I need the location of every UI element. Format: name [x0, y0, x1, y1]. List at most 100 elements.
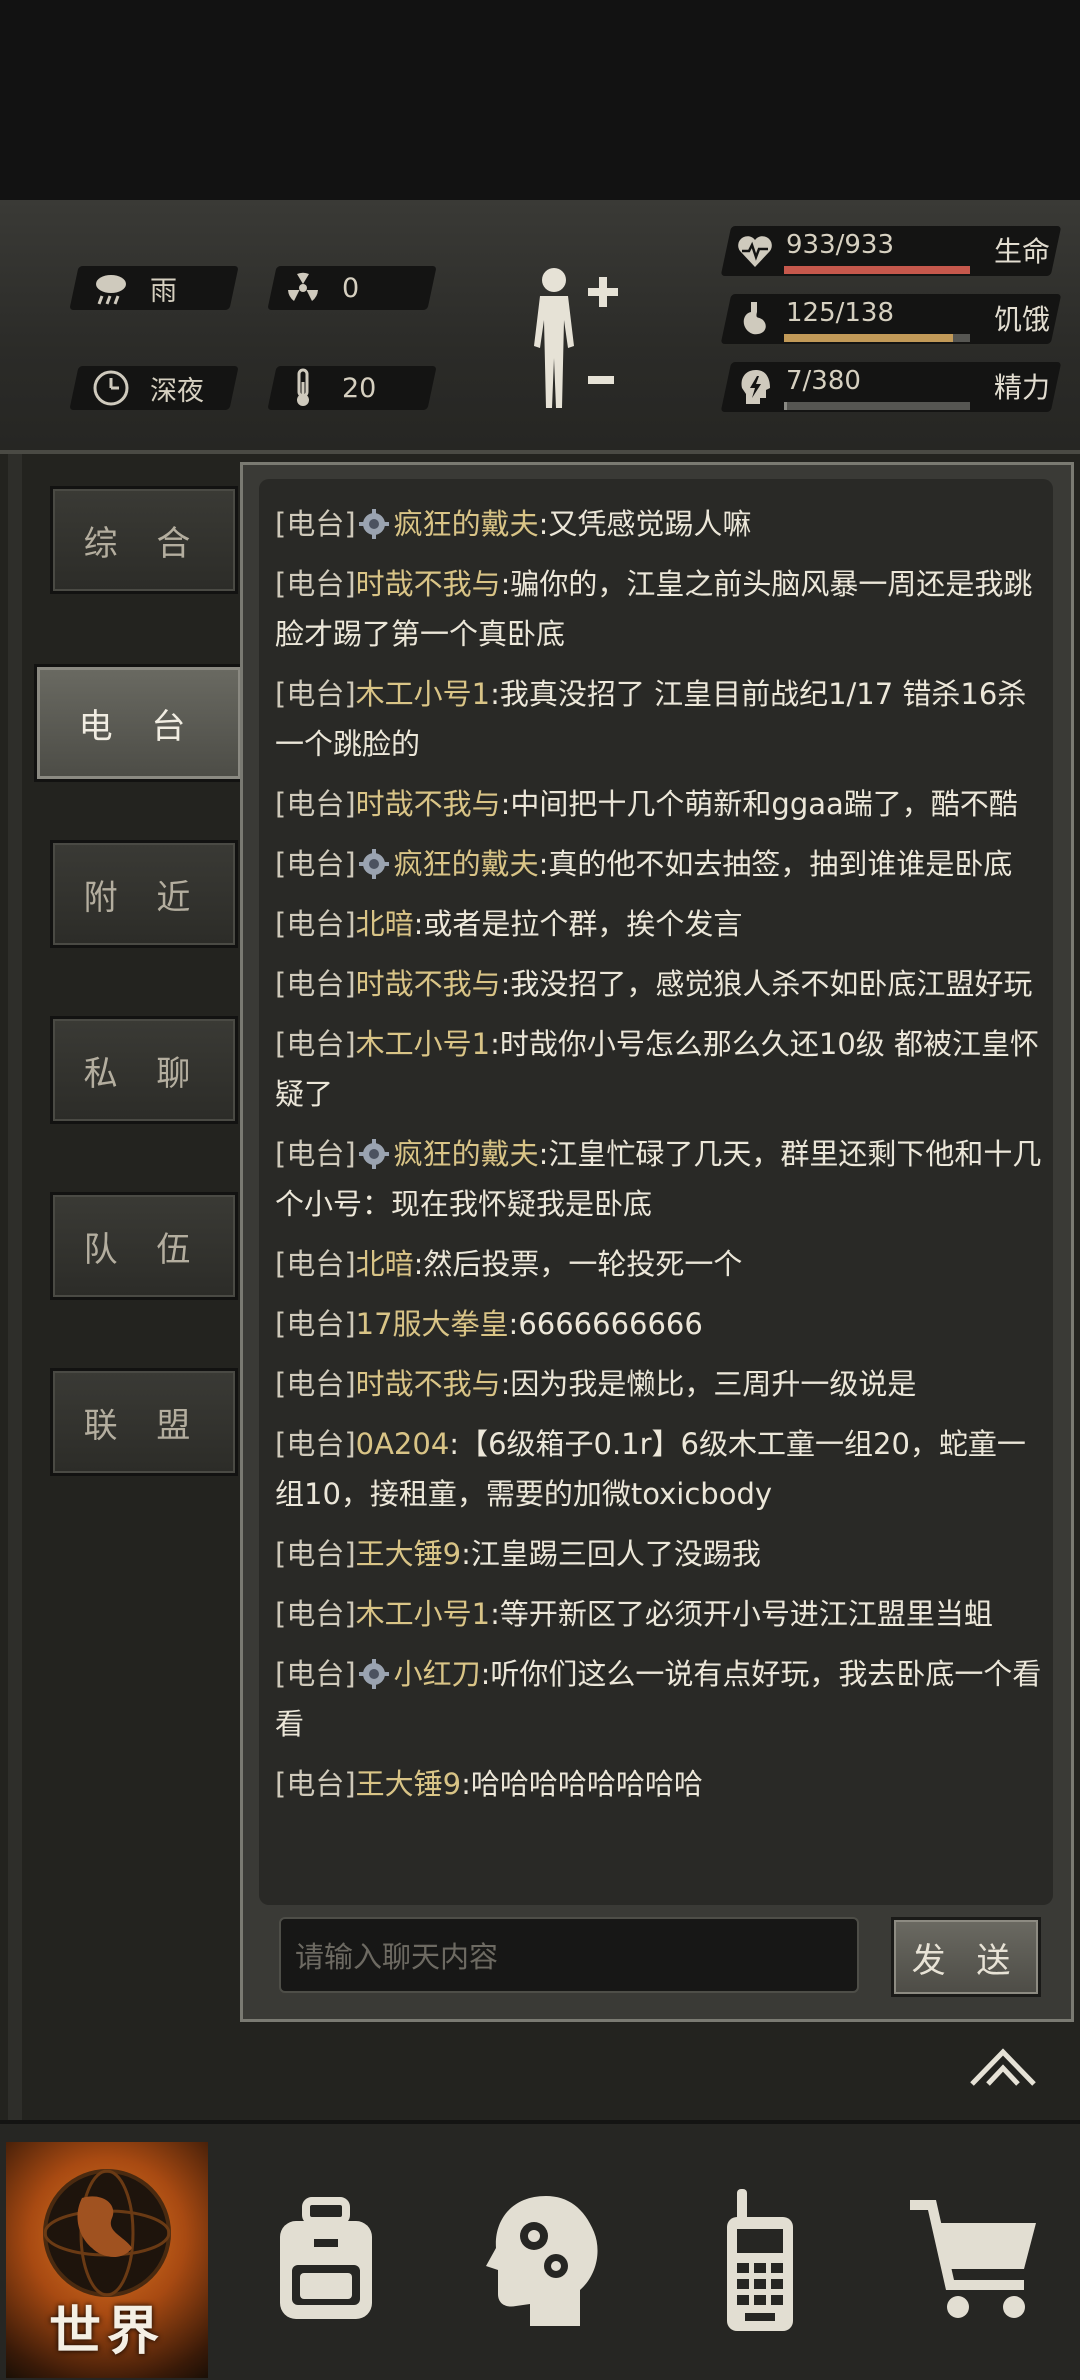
chat-panel: [电台] 疯狂的戴夫:又凭感觉踢人嘛 [电台]时哉不我与:骗你的，江皇之前头脑风暴一… [240, 462, 1074, 2022]
message-sender[interactable]: 时哉不我与 [356, 967, 501, 1001]
energy-bar-fill [784, 402, 788, 410]
chat-message[interactable]: [电台]木工小号1:等开新区了必须开小号进江江盟里当蛆 [275, 1589, 1045, 1639]
chat-message[interactable]: [电台]王大锤9:江皇踢三回人了没踢我 [275, 1529, 1045, 1579]
radiation-status: 0 [282, 266, 359, 310]
energy-label: 精力 [994, 371, 1051, 404]
weather-status: 雨 [90, 266, 177, 310]
chat-message[interactable]: [电台]北暗:然后投票，一轮投死一个 [275, 1239, 1045, 1289]
chat-message[interactable]: [电台]时哉不我与:骗你的，江皇之前头脑风暴一周还是我跳脸才踢了第一个真卧底 [275, 559, 1045, 659]
health-label: 生命 [994, 235, 1051, 268]
message-channel: [电台] [275, 967, 356, 1001]
message-sender[interactable]: 17服大拳皇 [356, 1307, 509, 1341]
message-channel: [电台] [275, 507, 356, 541]
chat-message[interactable]: [电台]时哉不我与:因为我是懒比，三周升一级说是 [275, 1359, 1045, 1409]
message-text: :我没招了，感觉狼人杀不如卧底江盟好玩 [500, 967, 1033, 1001]
chat-message[interactable]: [电台] 疯狂的戴夫:真的他不如去抽签，抽到谁谁是卧底 [275, 839, 1045, 889]
nav-shop[interactable] [876, 2142, 1076, 2378]
message-sender[interactable]: 时哉不我与 [356, 787, 501, 821]
gear-badge-icon [358, 849, 389, 879]
collapse-chevron-icon[interactable] [968, 2044, 1038, 2088]
weather-value: 雨 [150, 275, 177, 307]
energy-bar [784, 402, 970, 410]
chat-message[interactable]: [电台]木工小号1:时哉你小号怎么那么久还10级 都被江皇怀疑了 [275, 1019, 1045, 1119]
message-sender[interactable]: 木工小号1 [356, 1027, 490, 1061]
chat-message[interactable]: [电台]王大锤9:哈哈哈哈哈哈哈哈 [275, 1759, 1045, 1809]
message-text: :等开新区了必须开小号进江江盟里当蛆 [490, 1597, 993, 1631]
message-text: :江皇踢三回人了没踢我 [461, 1537, 761, 1571]
globe-icon [43, 2169, 171, 2297]
chat-message[interactable]: [电台]17服大拳皇:6666666666 [275, 1299, 1045, 1349]
chat-message[interactable]: [电台] 疯狂的戴夫:江皇忙碌了几天，群里还剩下他和十几个小号：现在我怀疑我是卧底 [275, 1129, 1045, 1229]
chat-message[interactable]: [电台] 小红刀:听你们这么一说有点好玩，我去卧底一个看看 [275, 1649, 1045, 1749]
message-channel: [电台] [275, 1427, 356, 1461]
message-channel: [电台] [275, 1027, 356, 1061]
message-sender[interactable]: 疯狂的戴夫 [394, 847, 539, 881]
hunger-value: 125/138 [786, 298, 895, 328]
bottom-nav: 世界 [0, 2120, 1080, 2380]
radiation-value: 0 [342, 272, 360, 304]
shopping-cart-icon [910, 2200, 1036, 2318]
temperature-value: 20 [342, 372, 377, 404]
nav-radio[interactable] [660, 2142, 860, 2378]
tab-radio[interactable]: 电 台 [34, 664, 244, 782]
message-text: :中间把十几个萌新和ggaa踹了，酷不酷 [500, 787, 1018, 821]
body-status-button[interactable] [520, 258, 630, 418]
radiation-icon [282, 267, 324, 309]
temperature-status: 20 [282, 366, 376, 410]
chat-input[interactable]: 请输入聊天内容 [279, 1917, 859, 1993]
message-sender[interactable]: 王大锤9 [356, 1767, 461, 1801]
message-sender[interactable]: 小红刀 [394, 1657, 481, 1691]
chat-message[interactable]: [电台]木工小号1:我真没招了 江皇目前战纪1/17 错杀16杀一个跳脸的 [275, 669, 1045, 769]
message-sender[interactable]: 木工小号1 [356, 677, 490, 711]
chat-message[interactable]: [电台]北暗:或者是拉个群，挨个发言 [275, 899, 1045, 949]
message-sender[interactable]: 王大锤9 [356, 1537, 461, 1571]
message-text: :哈哈哈哈哈哈哈哈 [461, 1767, 703, 1801]
nav-backpack[interactable] [226, 2142, 426, 2378]
tab-team[interactable]: 队 伍 [50, 1192, 238, 1300]
send-button[interactable]: 发 送 [891, 1917, 1041, 1997]
message-sender[interactable]: 疯狂的戴夫 [394, 1137, 539, 1171]
message-channel: [电台] [275, 1597, 356, 1631]
message-sender[interactable]: 0A204 [356, 1427, 450, 1461]
head-bolt-icon [734, 366, 776, 408]
thermometer-icon [282, 367, 324, 409]
chat-log[interactable]: [电台] 疯狂的戴夫:又凭感觉踢人嘛 [电台]时哉不我与:骗你的，江皇之前头脑风暴一… [259, 479, 1053, 1905]
message-channel: [电台] [275, 787, 356, 821]
chat-message[interactable]: [电台]时哉不我与:中间把十几个萌新和ggaa踹了，酷不酷 [275, 779, 1045, 829]
backpack-icon [280, 2197, 372, 2319]
stomach-icon [734, 298, 776, 340]
walkie-talkie-icon [727, 2189, 793, 2331]
message-channel: [电台] [275, 907, 356, 941]
message-sender[interactable]: 疯狂的戴夫 [394, 507, 539, 541]
status-header: 雨 0 深夜 20 933/933 生命 125/138 饥饿 7/380 精力 [0, 200, 1080, 454]
health-bar-fill [784, 266, 970, 274]
message-sender[interactable]: 时哉不我与 [356, 567, 501, 601]
tab-team-label: 队 伍 [83, 1229, 205, 1270]
hunger-bar-fill [784, 334, 953, 342]
nav-skills[interactable] [444, 2142, 644, 2378]
message-text: :6666666666 [508, 1307, 703, 1341]
tab-private[interactable]: 私 聊 [50, 1016, 238, 1124]
tab-general[interactable]: 综 合 [50, 486, 238, 594]
message-text: :然后投票，一轮投死一个 [413, 1247, 743, 1281]
message-channel: [电台] [275, 1767, 356, 1801]
message-sender[interactable]: 木工小号1 [356, 1597, 490, 1631]
tab-nearby[interactable]: 附 近 [50, 840, 238, 948]
tab-alliance[interactable]: 联 盟 [50, 1368, 238, 1476]
tab-radio-label: 电 台 [78, 706, 200, 747]
message-sender[interactable]: 北暗 [356, 907, 414, 941]
chat-input-placeholder: 请输入聊天内容 [295, 1940, 499, 1974]
nav-world-label: 世界 [48, 2302, 165, 2362]
message-text: :又凭感觉踢人嘛 [538, 507, 752, 541]
chat-message[interactable]: [电台]时哉不我与:我没招了，感觉狼人杀不如卧底江盟好玩 [275, 959, 1045, 1009]
chat-message[interactable]: [电台] 疯狂的戴夫:又凭感觉踢人嘛 [275, 499, 1045, 549]
message-channel: [电台] [275, 847, 356, 881]
message-sender[interactable]: 北暗 [356, 1247, 414, 1281]
tab-private-label: 私 聊 [83, 1053, 205, 1094]
message-text: :真的他不如去抽签，抽到谁谁是卧底 [538, 847, 1013, 881]
chat-message[interactable]: [电台]0A204:【6级箱子0.1r】6级木工童一组20，蛇童一组10，接租童… [275, 1419, 1045, 1519]
tab-nearby-label: 附 近 [83, 877, 205, 918]
panel-frame [8, 454, 22, 2120]
nav-world[interactable]: 世界 [6, 2142, 208, 2378]
message-sender[interactable]: 时哉不我与 [356, 1367, 501, 1401]
